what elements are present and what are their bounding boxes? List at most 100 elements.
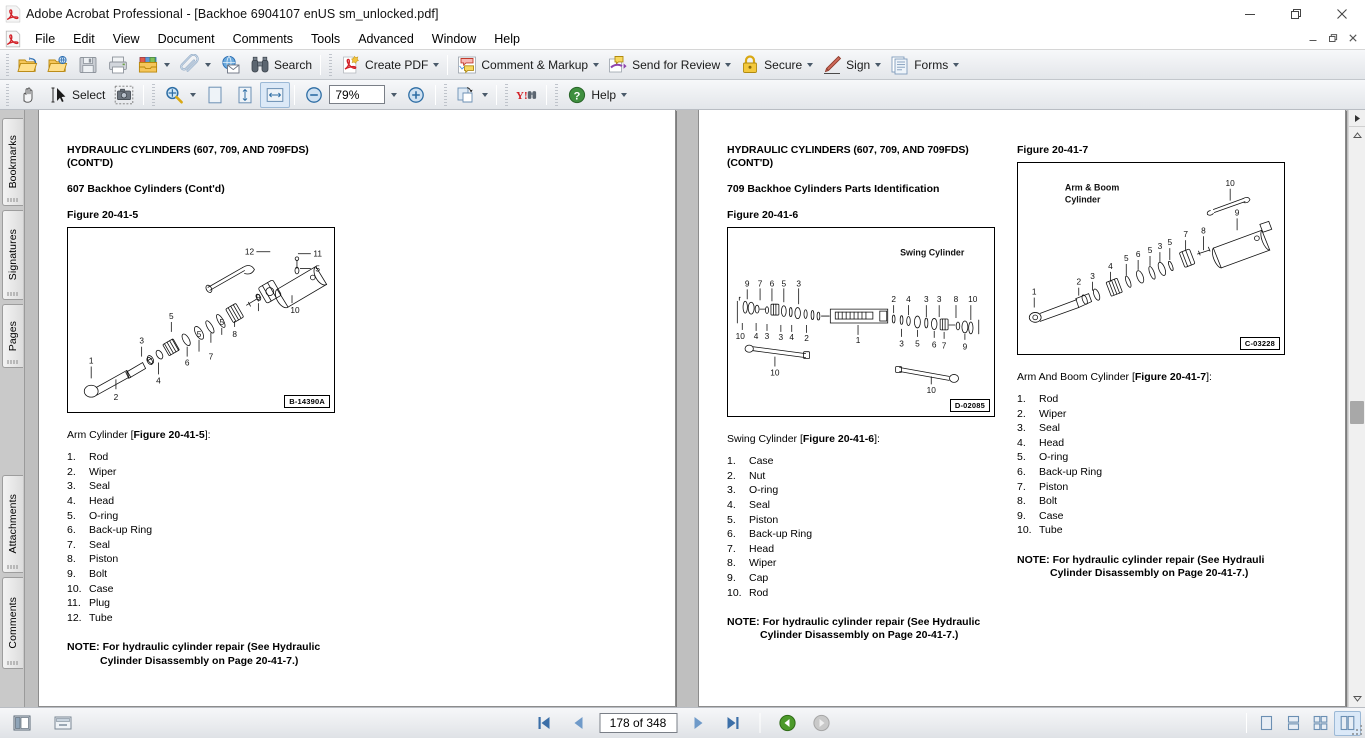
zoom-level-input[interactable]: 79% <box>329 85 386 104</box>
list-item: 8. Wiper <box>727 556 995 571</box>
toolbar-grip[interactable] <box>442 83 450 106</box>
pane-expand-button[interactable] <box>1349 110 1365 127</box>
chevron-down-icon[interactable] <box>953 62 960 67</box>
scrollbar-thumb[interactable] <box>1350 400 1364 424</box>
window-close-button[interactable] <box>1319 0 1365 28</box>
list-item-label: Case <box>89 582 114 595</box>
arm-boom-cylinder-list-title: Arm And Boom Cylinder [Figure 20-41-7]: <box>1017 371 1285 383</box>
menu-window[interactable]: Window <box>423 30 485 48</box>
toolbar-toggle-button[interactable] <box>49 711 76 736</box>
zoom-dropdown-button[interactable] <box>385 85 401 104</box>
create-pdf-button[interactable]: Create PDF <box>336 52 443 78</box>
organizer-tray-button[interactable] <box>133 52 174 78</box>
last-page-button[interactable] <box>719 711 745 735</box>
zoom-in-button[interactable] <box>401 82 431 108</box>
list-item: 10. Case <box>67 582 335 597</box>
fit-page-button[interactable] <box>230 82 260 108</box>
menu-comments[interactable]: Comments <box>224 30 302 48</box>
toolbar-grip[interactable] <box>503 83 511 106</box>
sidebar-tab-signatures[interactable]: Signatures <box>2 210 23 300</box>
secure-button[interactable]: Secure <box>735 52 817 78</box>
menu-tools[interactable]: Tools <box>302 30 349 48</box>
page-number-input[interactable]: 178 of 348 <box>599 713 677 733</box>
snapshot-tool-button[interactable] <box>109 82 139 108</box>
callout-6b: 6 <box>932 340 937 350</box>
chevron-down-icon[interactable] <box>875 62 882 67</box>
sidebar-tab-pages[interactable]: Pages <box>2 304 23 368</box>
help-button[interactable]: ? Help <box>562 82 631 108</box>
menu-file[interactable]: File <box>26 30 64 48</box>
callout-10: 10 <box>1226 178 1236 188</box>
organizer-button[interactable] <box>43 52 73 78</box>
window-minimize-button[interactable] <box>1227 0 1273 28</box>
first-page-button[interactable] <box>531 711 557 735</box>
sign-button[interactable]: Sign <box>817 52 885 78</box>
previous-view-button[interactable] <box>774 711 800 735</box>
chevron-down-icon[interactable] <box>391 92 398 97</box>
scrollbar-track[interactable] <box>1349 144 1365 690</box>
chevron-down-icon[interactable] <box>621 92 628 97</box>
callout-6: 6 <box>770 279 775 289</box>
zoom-in-tool-button[interactable] <box>159 82 200 108</box>
menu-help[interactable]: Help <box>485 30 529 48</box>
actual-size-button[interactable] <box>200 82 230 108</box>
navigation-pane-toggle-button[interactable] <box>8 711 35 736</box>
document-viewport[interactable]: HYDRAULIC CYLINDERS (607, 709, AND 709FD… <box>25 110 1348 707</box>
attach-file-button[interactable] <box>174 52 215 78</box>
swing-cylinder-parts-list: 1. Case 2. Nut 3. O-ring 4. Seal 5. Piston 6.… <box>727 454 995 600</box>
menu-document[interactable]: Document <box>149 30 224 48</box>
save-button[interactable] <box>73 52 103 78</box>
previous-page-button[interactable] <box>565 711 591 735</box>
comment-markup-button[interactable]: Comment & Markup <box>452 52 603 78</box>
scroll-up-button[interactable] <box>1349 127 1365 144</box>
chevron-down-icon[interactable] <box>190 92 197 97</box>
next-page-button[interactable] <box>685 711 711 735</box>
yahoo-search-button[interactable]: Y! <box>512 82 542 108</box>
fit-width-button[interactable] <box>260 81 291 108</box>
chevron-down-icon[interactable] <box>725 62 732 67</box>
toolbar-grip[interactable] <box>4 53 11 76</box>
toolbar-grip[interactable] <box>150 83 158 106</box>
sidebar-tab-comments[interactable]: Comments <box>2 577 23 669</box>
page-heading-right: HYDRAULIC CYLINDERS (607, 709, AND 709FD… <box>727 144 995 170</box>
rotate-view-button[interactable] <box>451 82 492 108</box>
chevron-down-icon[interactable] <box>205 62 211 67</box>
hand-tool-button[interactable] <box>13 82 43 108</box>
search-button[interactable]: Search <box>245 52 316 78</box>
mdi-restore-button[interactable] <box>1323 29 1343 47</box>
email-button[interactable] <box>215 52 245 78</box>
callout-8: 8 <box>954 294 959 304</box>
send-for-review-button[interactable]: Send for Review <box>603 52 735 78</box>
menu-advanced[interactable]: Advanced <box>349 30 423 48</box>
window-resize-grip[interactable] <box>1350 723 1364 737</box>
select-tool-button[interactable]: Select <box>43 82 109 108</box>
toolbar-grip[interactable] <box>4 83 11 106</box>
forms-button[interactable]: Forms <box>885 52 963 78</box>
list-item: 4. Seal <box>727 498 995 513</box>
open-file-button[interactable] <box>13 52 43 78</box>
chevron-down-icon[interactable] <box>807 62 814 67</box>
heading-line-2: (CONT'D) <box>727 157 774 170</box>
chevron-down-icon[interactable] <box>593 62 600 67</box>
zoom-out-button[interactable] <box>299 82 329 108</box>
mdi-minimize-button[interactable] <box>1303 29 1323 47</box>
toolbar-grip[interactable] <box>553 83 561 106</box>
padlock-icon <box>743 54 758 73</box>
scroll-down-button[interactable] <box>1349 690 1365 707</box>
menu-edit[interactable]: Edit <box>64 30 104 48</box>
toolbar-grip[interactable] <box>327 53 335 76</box>
single-page-view-button[interactable] <box>1253 711 1280 736</box>
print-button[interactable] <box>103 52 133 78</box>
sidebar-tab-attachments[interactable]: Attachments <box>2 475 23 573</box>
vertical-scrollbar[interactable] <box>1348 110 1365 707</box>
continuous-facing-view-button[interactable] <box>1307 711 1334 736</box>
sidebar-tab-bookmarks[interactable]: Bookmarks <box>2 118 23 206</box>
next-view-button[interactable] <box>808 711 834 735</box>
chevron-down-icon[interactable] <box>433 62 440 67</box>
chevron-down-icon[interactable] <box>482 92 489 97</box>
mdi-close-button[interactable] <box>1343 29 1363 47</box>
chevron-down-icon[interactable] <box>164 62 170 67</box>
menu-view[interactable]: View <box>104 30 149 48</box>
window-restore-button[interactable] <box>1273 0 1319 28</box>
continuous-view-button[interactable] <box>1280 711 1307 736</box>
